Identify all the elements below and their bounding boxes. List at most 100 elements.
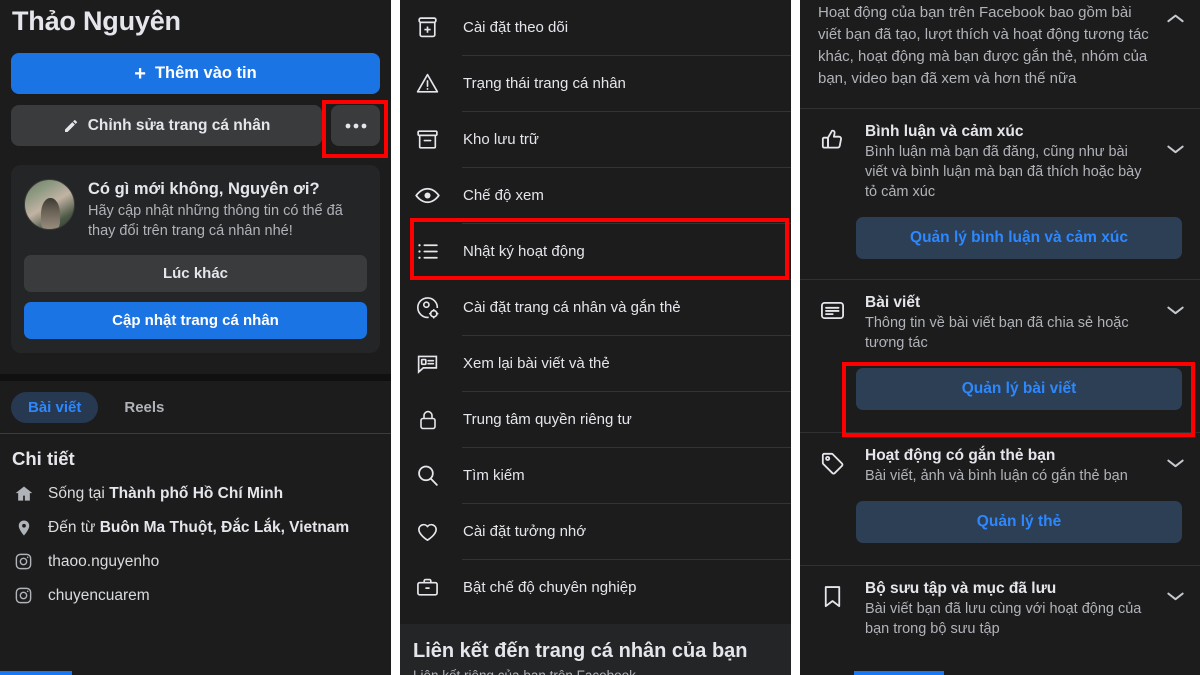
- scroll-progress-bar[interactable]: [854, 671, 944, 675]
- menu-item-label: Cài đặt trang cá nhân và gắn thẻ: [463, 299, 681, 316]
- section-description: Bài viết bạn đã lưu cùng với hoạt động c…: [865, 601, 1142, 637]
- profile-update-card: Có gì mới không, Nguyên ơi? Hãy cập nhật…: [11, 165, 380, 353]
- detail-prefix: Sống tại: [48, 484, 110, 502]
- chevron-down-icon[interactable]: [1166, 457, 1185, 469]
- menu-item-review-posts-tags[interactable]: Xem lại bài viết và thẻ: [400, 336, 791, 391]
- chevron-up-icon[interactable]: [1166, 12, 1185, 24]
- instagram-icon: [13, 551, 34, 572]
- update-profile-button[interactable]: Cập nhật trang cá nhân: [24, 302, 367, 339]
- chevron-down-icon[interactable]: [1166, 143, 1185, 155]
- briefcase-icon: [414, 574, 441, 601]
- menu-item-label: Cài đặt tưởng nhớ: [463, 523, 587, 540]
- archive-box-icon: [414, 126, 441, 153]
- bookmark-icon: [818, 582, 847, 611]
- section-posts: Bài viết Thông tin về bài viết bạn đã ch…: [800, 280, 1200, 410]
- settings-menu-panel: Cài đặt theo dõi Trạng thái trang cá nhâ…: [400, 0, 791, 675]
- section-title: Hoạt động có gắn thẻ bạn: [865, 447, 1056, 464]
- comment-lines-icon: [414, 350, 441, 377]
- menu-item-label: Trạng thái trang cá nhân: [463, 75, 626, 92]
- menu-item-label: Chế độ xem: [463, 187, 544, 204]
- profile-gear-icon: [414, 294, 441, 321]
- menu-item-label: Nhật ký hoạt động: [463, 243, 585, 260]
- later-button[interactable]: Lúc khác: [24, 255, 367, 292]
- list-icon: [414, 238, 441, 265]
- pencil-icon: [63, 118, 79, 134]
- intro-block: Hoạt động của bạn trên Facebook bao gồm …: [800, 0, 1200, 90]
- location-pin-icon: [13, 517, 34, 538]
- menu-item-label: Bật chế độ chuyên nghiệp: [463, 579, 637, 596]
- manage-comments-reactions-button[interactable]: Quản lý bình luận và cảm xúc: [856, 217, 1182, 259]
- section-title: Bình luận và cảm xúc: [865, 123, 1024, 140]
- thumbs-up-icon: [818, 125, 847, 154]
- detail-row[interactable]: chuyencuarem: [0, 572, 391, 606]
- section-tagged-activity: Hoạt động có gắn thẻ bạn Bài viết, ảnh v…: [800, 433, 1200, 543]
- ellipsis-icon: [345, 123, 367, 129]
- manage-tags-button[interactable]: Quản lý thẻ: [856, 501, 1182, 543]
- detail-value: chuyencuarem: [48, 586, 150, 604]
- menu-item-follow-settings[interactable]: Cài đặt theo dõi: [400, 0, 791, 55]
- section-description: Thông tin về bài viết bạn đã chia sẻ hoặ…: [865, 315, 1129, 351]
- menu-item-label: Kho lưu trữ: [463, 131, 539, 148]
- more-options-button[interactable]: [331, 105, 380, 146]
- plus-icon: +: [134, 62, 146, 85]
- search-icon: [414, 462, 441, 489]
- menu-item-label: Cài đặt theo dõi: [463, 19, 569, 36]
- menu-item-professional-mode[interactable]: Bật chế độ chuyên nghiệp: [400, 560, 791, 615]
- menu-item-label: Trung tâm quyền riêng tư: [463, 411, 632, 428]
- activity-log-panel: Hoạt động của bạn trên Facebook bao gồm …: [800, 0, 1200, 675]
- tag-icon: [818, 449, 847, 478]
- content-tabs: Bài viết Reels: [0, 381, 391, 433]
- profile-action-buttons: + Thêm vào tin Chỉnh sửa trang cá nhân: [0, 53, 391, 146]
- heart-icon: [414, 518, 441, 545]
- eye-icon: [414, 182, 441, 209]
- chevron-down-icon[interactable]: [1166, 304, 1185, 316]
- page-title: Thảo Nguyên: [12, 6, 181, 36]
- detail-row[interactable]: Sống tại Thành phố Hồ Chí Minh: [0, 470, 391, 504]
- section-description: Bài viết, ảnh và bình luận có gắn thẻ bạ…: [865, 468, 1128, 484]
- detail-row[interactable]: Đến từ Buôn Ma Thuột, Đắc Lắk, Vietnam: [0, 504, 391, 538]
- menu-item-profile-tagging-settings[interactable]: Cài đặt trang cá nhân và gắn thẻ: [400, 280, 791, 335]
- menu-item-archive[interactable]: Kho lưu trữ: [400, 112, 791, 167]
- instagram-icon: [13, 585, 34, 606]
- manage-posts-button[interactable]: Quản lý bài viết: [856, 368, 1182, 410]
- menu-item-activity-log[interactable]: Nhật ký hoạt động: [400, 224, 791, 279]
- tab-reels[interactable]: Reels: [107, 392, 181, 423]
- detail-value: Thành phố Hồ Chí Minh: [109, 484, 284, 502]
- menu-item-label: Xem lại bài viết và thẻ: [463, 355, 610, 372]
- detail-value: thaoo.nguyenho: [48, 552, 160, 570]
- intro-text: Hoạt động của bạn trên Facebook bao gồm …: [818, 4, 1149, 87]
- details-title: Chi tiết: [12, 448, 75, 469]
- detail-value: Buôn Ma Thuột, Đắc Lắk, Vietnam: [99, 518, 350, 536]
- lock-icon: [414, 406, 441, 433]
- profile-link-title: Liên kết đến trang cá nhân của bạn: [413, 640, 748, 662]
- edit-row: Chỉnh sửa trang cá nhân: [11, 105, 380, 146]
- add-to-story-button[interactable]: + Thêm vào tin: [11, 53, 380, 94]
- profile-panel: Thảo Nguyên + Thêm vào tin Chỉnh sửa tra…: [0, 0, 391, 675]
- box-plus-icon: [414, 14, 441, 41]
- detail-prefix: Đến từ: [48, 518, 100, 536]
- update-card-heading: Có gì mới không, Nguyên ơi?: [88, 180, 320, 198]
- chevron-down-icon[interactable]: [1166, 590, 1185, 602]
- profile-link-subtitle: Liên kết riêng của bạn trên Facebook.: [413, 668, 778, 675]
- home-icon: [13, 483, 34, 504]
- panel-gap: [391, 0, 400, 675]
- menu-item-memorialization-settings[interactable]: Cài đặt tưởng nhớ: [400, 504, 791, 559]
- warning-triangle-icon: [414, 70, 441, 97]
- menu-item-label: Tìm kiếm: [463, 467, 525, 484]
- add-to-story-label: Thêm vào tin: [154, 64, 257, 82]
- menu-item-profile-status[interactable]: Trạng thái trang cá nhân: [400, 56, 791, 111]
- section-comments-reactions: Bình luận và cảm xúc Bình luận mà bạn đã…: [800, 109, 1200, 259]
- menu-item-view-mode[interactable]: Chế độ xem: [400, 168, 791, 223]
- detail-row[interactable]: thaoo.nguyenho: [0, 538, 391, 572]
- menu-item-privacy-center[interactable]: Trung tâm quyền riêng tư: [400, 392, 791, 447]
- section-description: Bình luận mà bạn đã đăng, cũng như bài v…: [865, 144, 1142, 200]
- profile-link-section: Liên kết đến trang cá nhân của bạn Liên …: [400, 624, 791, 675]
- edit-profile-button[interactable]: Chỉnh sửa trang cá nhân: [11, 105, 322, 146]
- tab-posts[interactable]: Bài viết: [11, 392, 99, 423]
- scroll-progress-bar[interactable]: [0, 671, 72, 675]
- panel-gap: [791, 0, 800, 675]
- post-icon: [818, 296, 847, 325]
- section-title: Bài viết: [865, 294, 921, 311]
- section-saved-collections: Bộ sưu tập và mục đã lưu Bài viết bạn đã…: [800, 566, 1200, 639]
- menu-item-search[interactable]: Tìm kiếm: [400, 448, 791, 503]
